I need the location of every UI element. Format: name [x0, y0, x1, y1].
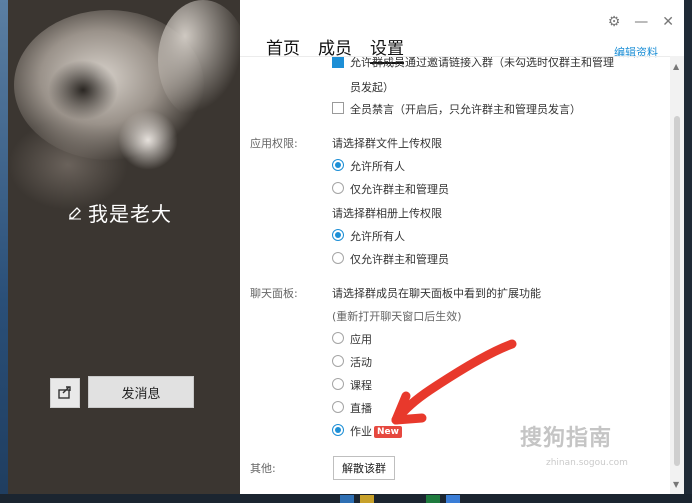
share-icon — [57, 384, 73, 403]
file-admin-only-radio[interactable] — [332, 182, 344, 194]
window-controls: ⚙ — ✕ — [608, 14, 674, 30]
chat-option-live-radio[interactable] — [332, 401, 344, 413]
vertical-scrollbar[interactable]: ▲ ▼ — [670, 56, 684, 494]
invite-link-checkbox[interactable] — [332, 57, 344, 68]
file-allow-all-radio[interactable] — [332, 159, 344, 171]
taskbar-app-icon[interactable] — [340, 495, 354, 503]
taskbar-app-icon[interactable] — [446, 495, 460, 503]
group-nickname[interactable]: 我是老大 — [68, 198, 172, 227]
group-profile-panel: 我是老大 发消息 — [8, 0, 240, 494]
invite-link-label: 允许群成员通过邀请链接入群（未勾选时仅群主和管理 — [350, 56, 614, 69]
nickname-text: 我是老大 — [88, 202, 172, 226]
dissolve-group-button[interactable]: 解散该群 — [333, 456, 395, 480]
chat-option-activity-label: 活动 — [350, 356, 372, 369]
scrollbar-thumb[interactable] — [674, 116, 680, 466]
invite-link-label-cont: 员发起） — [350, 81, 394, 94]
scroll-up-icon[interactable]: ▲ — [673, 62, 679, 71]
avatar-background-art — [118, 110, 178, 170]
pencil-icon[interactable] — [68, 206, 82, 220]
chat-option-apps-radio[interactable] — [332, 332, 344, 344]
send-message-button[interactable]: 发消息 — [88, 376, 194, 408]
scroll-down-icon[interactable]: ▼ — [673, 480, 679, 489]
chat-option-homework-label: 作业 — [350, 425, 372, 438]
desktop-background-right — [684, 0, 692, 503]
album-upload-prompt: 请选择群相册上传权限 — [332, 207, 442, 220]
avatar-background-art — [48, 60, 118, 120]
taskbar-app-icon[interactable] — [360, 495, 374, 503]
watermark-logo: 搜狗指南 — [520, 426, 613, 451]
chat-panel-note: (重新打开聊天窗口后生效) — [332, 310, 462, 323]
album-allow-all-label: 允许所有人 — [350, 230, 405, 243]
other-label: 其他: — [250, 462, 276, 475]
desktop-background-left — [0, 0, 8, 503]
app-permissions-label: 应用权限: — [250, 137, 298, 150]
chat-option-homework-radio[interactable] — [332, 424, 344, 436]
album-admin-only-label: 仅允许群主和管理员 — [350, 253, 449, 266]
settings-gear-icon[interactable]: ⚙ — [608, 14, 621, 30]
chat-option-activity-radio[interactable] — [332, 355, 344, 367]
file-allow-all-label: 允许所有人 — [350, 160, 405, 173]
album-allow-all-radio[interactable] — [332, 229, 344, 241]
share-button[interactable] — [50, 378, 80, 408]
mute-all-label: 全员禁言（开启后，只允许群主和管理员发言） — [350, 103, 581, 116]
watermark-url: zhinan.sogou.com — [546, 458, 628, 468]
chat-panel-prompt: 请选择群成员在聊天面板中看到的扩展功能 — [332, 287, 541, 300]
chat-option-course-label: 课程 — [350, 379, 372, 392]
file-upload-prompt: 请选择群文件上传权限 — [332, 137, 442, 150]
settings-window: 首页 成员 设置 ⚙ — ✕ 编辑资料 允许群成员通过邀请链接入群（未勾选时仅群… — [240, 0, 684, 494]
close-icon[interactable]: ✕ — [662, 14, 674, 30]
avatar-background-art — [158, 0, 240, 120]
file-admin-only-label: 仅允许群主和管理员 — [350, 183, 449, 196]
minimize-icon[interactable]: — — [634, 14, 648, 30]
chat-option-course-radio[interactable] — [332, 378, 344, 390]
excel-taskbar-icon[interactable] — [426, 495, 440, 503]
mute-all-checkbox[interactable] — [332, 102, 344, 114]
chat-option-live-label: 直播 — [350, 402, 372, 415]
chat-panel-label: 聊天面板: — [250, 287, 298, 300]
album-admin-only-radio[interactable] — [332, 252, 344, 264]
chat-option-apps-label: 应用 — [350, 333, 372, 346]
new-badge: New — [374, 426, 402, 438]
